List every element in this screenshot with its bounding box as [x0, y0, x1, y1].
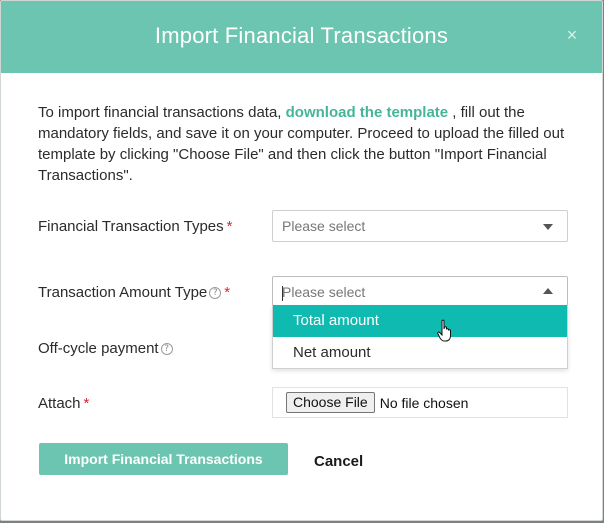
types-label-text: Financial Transaction Types: [38, 218, 224, 235]
text-cursor: [282, 286, 283, 301]
types-label: Financial Transaction Types *: [38, 218, 233, 235]
attach-label: Attach *: [38, 395, 89, 412]
close-icon[interactable]: ×: [564, 26, 580, 44]
required-marker: *: [226, 218, 233, 235]
amount-type-select[interactable]: Please select: [272, 276, 568, 306]
file-input: Choose File No file chosen: [272, 387, 568, 418]
file-status: No file chosen: [379, 394, 469, 411]
off-cycle-label: Off-cycle payment ?: [38, 340, 173, 357]
intro-part1: To import financial transactions data,: [38, 104, 286, 121]
modal-header: Import Financial Transactions ×: [1, 1, 602, 73]
intro-text: To import financial transactions data, d…: [38, 102, 578, 186]
types-select-value: Please select: [282, 218, 366, 234]
required-marker: *: [83, 395, 90, 412]
attach-label-text: Attach: [38, 395, 81, 412]
import-modal: Import Financial Transactions × To impor…: [0, 0, 603, 521]
amount-type-dropdown: Total amount Net amount: [272, 305, 568, 369]
option-net-amount[interactable]: Net amount: [273, 337, 567, 369]
chevron-down-icon: [543, 224, 553, 230]
amount-type-label: Transaction Amount Type ? *: [38, 284, 230, 301]
help-icon[interactable]: ?: [209, 286, 222, 299]
choose-file-button[interactable]: Choose File: [286, 392, 375, 413]
help-icon[interactable]: ?: [160, 342, 173, 355]
required-marker: *: [224, 284, 231, 301]
import-button[interactable]: Import Financial Transactions: [39, 443, 288, 475]
types-select[interactable]: Please select: [272, 210, 568, 242]
option-total-amount[interactable]: Total amount: [273, 305, 567, 337]
chevron-up-icon: [543, 288, 553, 294]
amount-type-label-text: Transaction Amount Type: [38, 284, 208, 301]
download-template-link[interactable]: download the template: [286, 104, 449, 121]
amount-type-select-value: Please select: [282, 284, 366, 300]
hand-cursor-icon: [437, 319, 451, 342]
off-cycle-label-text: Off-cycle payment: [38, 340, 159, 357]
cancel-button[interactable]: Cancel: [314, 453, 363, 470]
modal-title: Import Financial Transactions: [154, 23, 449, 48]
